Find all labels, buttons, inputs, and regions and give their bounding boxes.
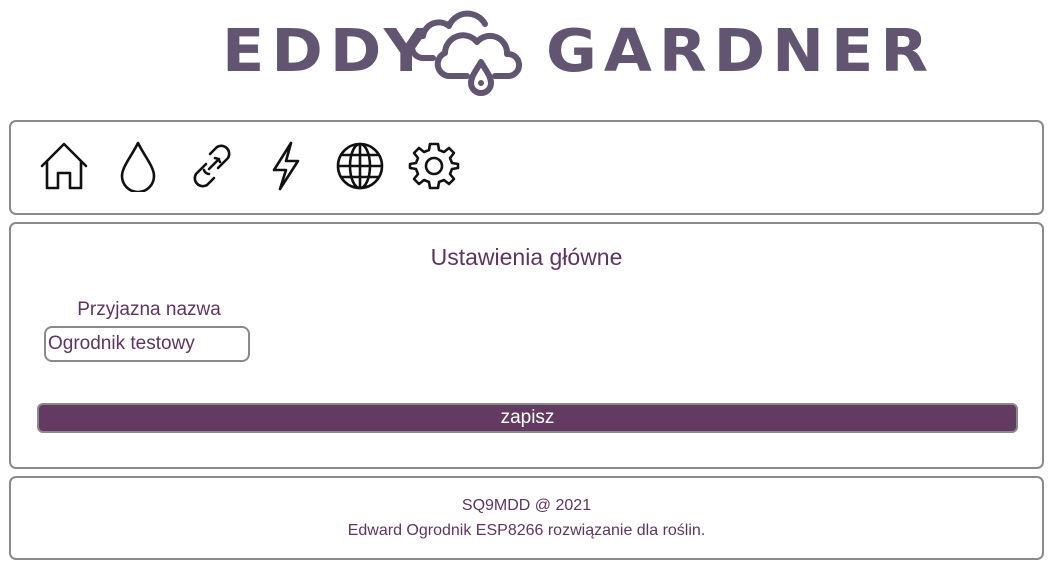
lightning-icon[interactable] — [260, 140, 312, 192]
save-button[interactable]: zapisz — [37, 403, 1018, 433]
footer: SQ9MDD @ 2021 Edward Ogrodnik ESP8266 ro… — [9, 476, 1044, 560]
footer-copyright: SQ9MDD @ 2021 — [461, 497, 592, 514]
brand-title-left: EDDY — [222, 16, 436, 86]
page-title: Ustawienia główne — [430, 244, 623, 270]
cloud-droplet-icon — [405, 6, 523, 98]
globe-icon[interactable] — [334, 140, 386, 192]
droplet-icon[interactable] — [112, 140, 164, 192]
footer-description: Edward Ogrodnik ESP8266 rozwiązanie dla … — [347, 522, 706, 539]
friendly-name-input[interactable] — [44, 326, 250, 362]
brand-title-right: GARDNER — [546, 16, 936, 86]
gear-icon[interactable] — [408, 140, 460, 192]
friendly-name-label: Przyjazna nazwa — [77, 299, 221, 320]
header: EDDY GARDNER — [0, 0, 1055, 110]
link-icon[interactable] — [186, 140, 238, 192]
home-icon[interactable] — [38, 140, 90, 192]
nav-bar — [9, 120, 1044, 215]
main-settings-panel: Ustawienia główne Przyjazna nazwa zapisz — [9, 222, 1044, 469]
